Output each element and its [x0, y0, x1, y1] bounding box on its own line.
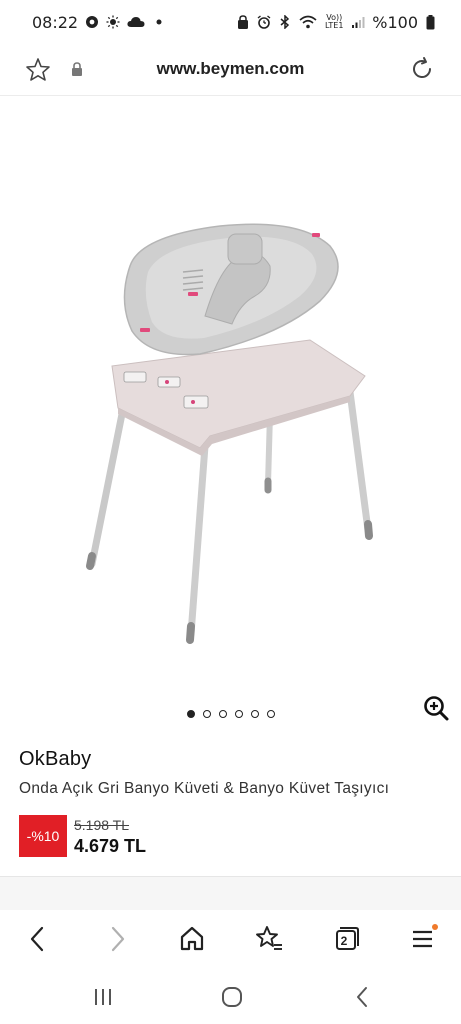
back-chevron-icon — [357, 987, 367, 1007]
old-price: 5.198 TL — [74, 817, 130, 833]
discount-badge: -%10 — [19, 815, 67, 857]
cloud-icon — [127, 15, 145, 29]
network-label: Vo)) LTE1 — [325, 13, 344, 30]
product-brand[interactable]: OkBaby — [19, 748, 91, 771]
reload-icon[interactable] — [409, 56, 435, 82]
gallery-pagination — [0, 710, 461, 718]
battery-icon — [425, 14, 435, 29]
wifi-icon — [299, 15, 317, 29]
chevron-right-icon — [111, 926, 125, 952]
product-image[interactable] — [0, 96, 461, 696]
tab-count: 2 — [340, 934, 348, 948]
recent-apps-button[interactable] — [88, 982, 118, 1012]
notification-dot-icon — [432, 924, 438, 930]
gallery-dot[interactable] — [266, 710, 275, 718]
forward-button[interactable] — [102, 924, 132, 954]
gallery-dot[interactable] — [218, 710, 227, 718]
secure-lock-icon[interactable] — [70, 61, 84, 77]
bookmarks-button[interactable] — [254, 924, 284, 954]
dot-icon — [152, 15, 166, 29]
battery-percent: %100 — [372, 12, 418, 32]
home-button[interactable] — [177, 924, 207, 954]
gallery-dot[interactable] — [186, 710, 195, 718]
status-bar: 08:22 Vo)) LTE1 %100 — [0, 0, 461, 44]
gallery-dot[interactable] — [202, 710, 211, 718]
gallery-dot[interactable] — [250, 710, 259, 718]
menu-button[interactable] — [408, 924, 438, 954]
system-home-button[interactable] — [217, 982, 247, 1012]
current-price: 4.679 TL — [74, 836, 147, 856]
brightness-icon — [106, 15, 120, 29]
product-name: Onda Açık Gri Banyo Küveti & Banyo Küvet… — [19, 780, 390, 797]
star-list-icon — [256, 926, 282, 950]
lock-screen-icon — [236, 15, 250, 29]
zoom-in-icon[interactable] — [422, 694, 450, 722]
system-navigation-bar — [0, 966, 461, 1024]
browser-bottom-toolbar: 2 — [0, 910, 461, 966]
back-button[interactable] — [23, 924, 53, 954]
bookmark-star-icon[interactable] — [24, 56, 52, 84]
hamburger-icon — [413, 924, 438, 948]
recents-icon — [95, 989, 111, 1005]
section-divider — [0, 876, 461, 910]
bluetooth-icon — [278, 15, 292, 29]
gallery-dot[interactable] — [234, 710, 243, 718]
home-icon — [180, 926, 204, 951]
tabs-button[interactable]: 2 — [331, 924, 361, 954]
chevron-left-icon — [30, 926, 44, 952]
signal-icon — [351, 15, 365, 29]
chrome-icon — [85, 15, 99, 29]
system-back-button[interactable] — [347, 982, 377, 1012]
home-circle-icon — [222, 987, 242, 1007]
clock: 08:22 — [32, 12, 79, 32]
alarm-icon — [257, 15, 271, 29]
browser-url-bar: www.beymen.com — [0, 44, 461, 96]
